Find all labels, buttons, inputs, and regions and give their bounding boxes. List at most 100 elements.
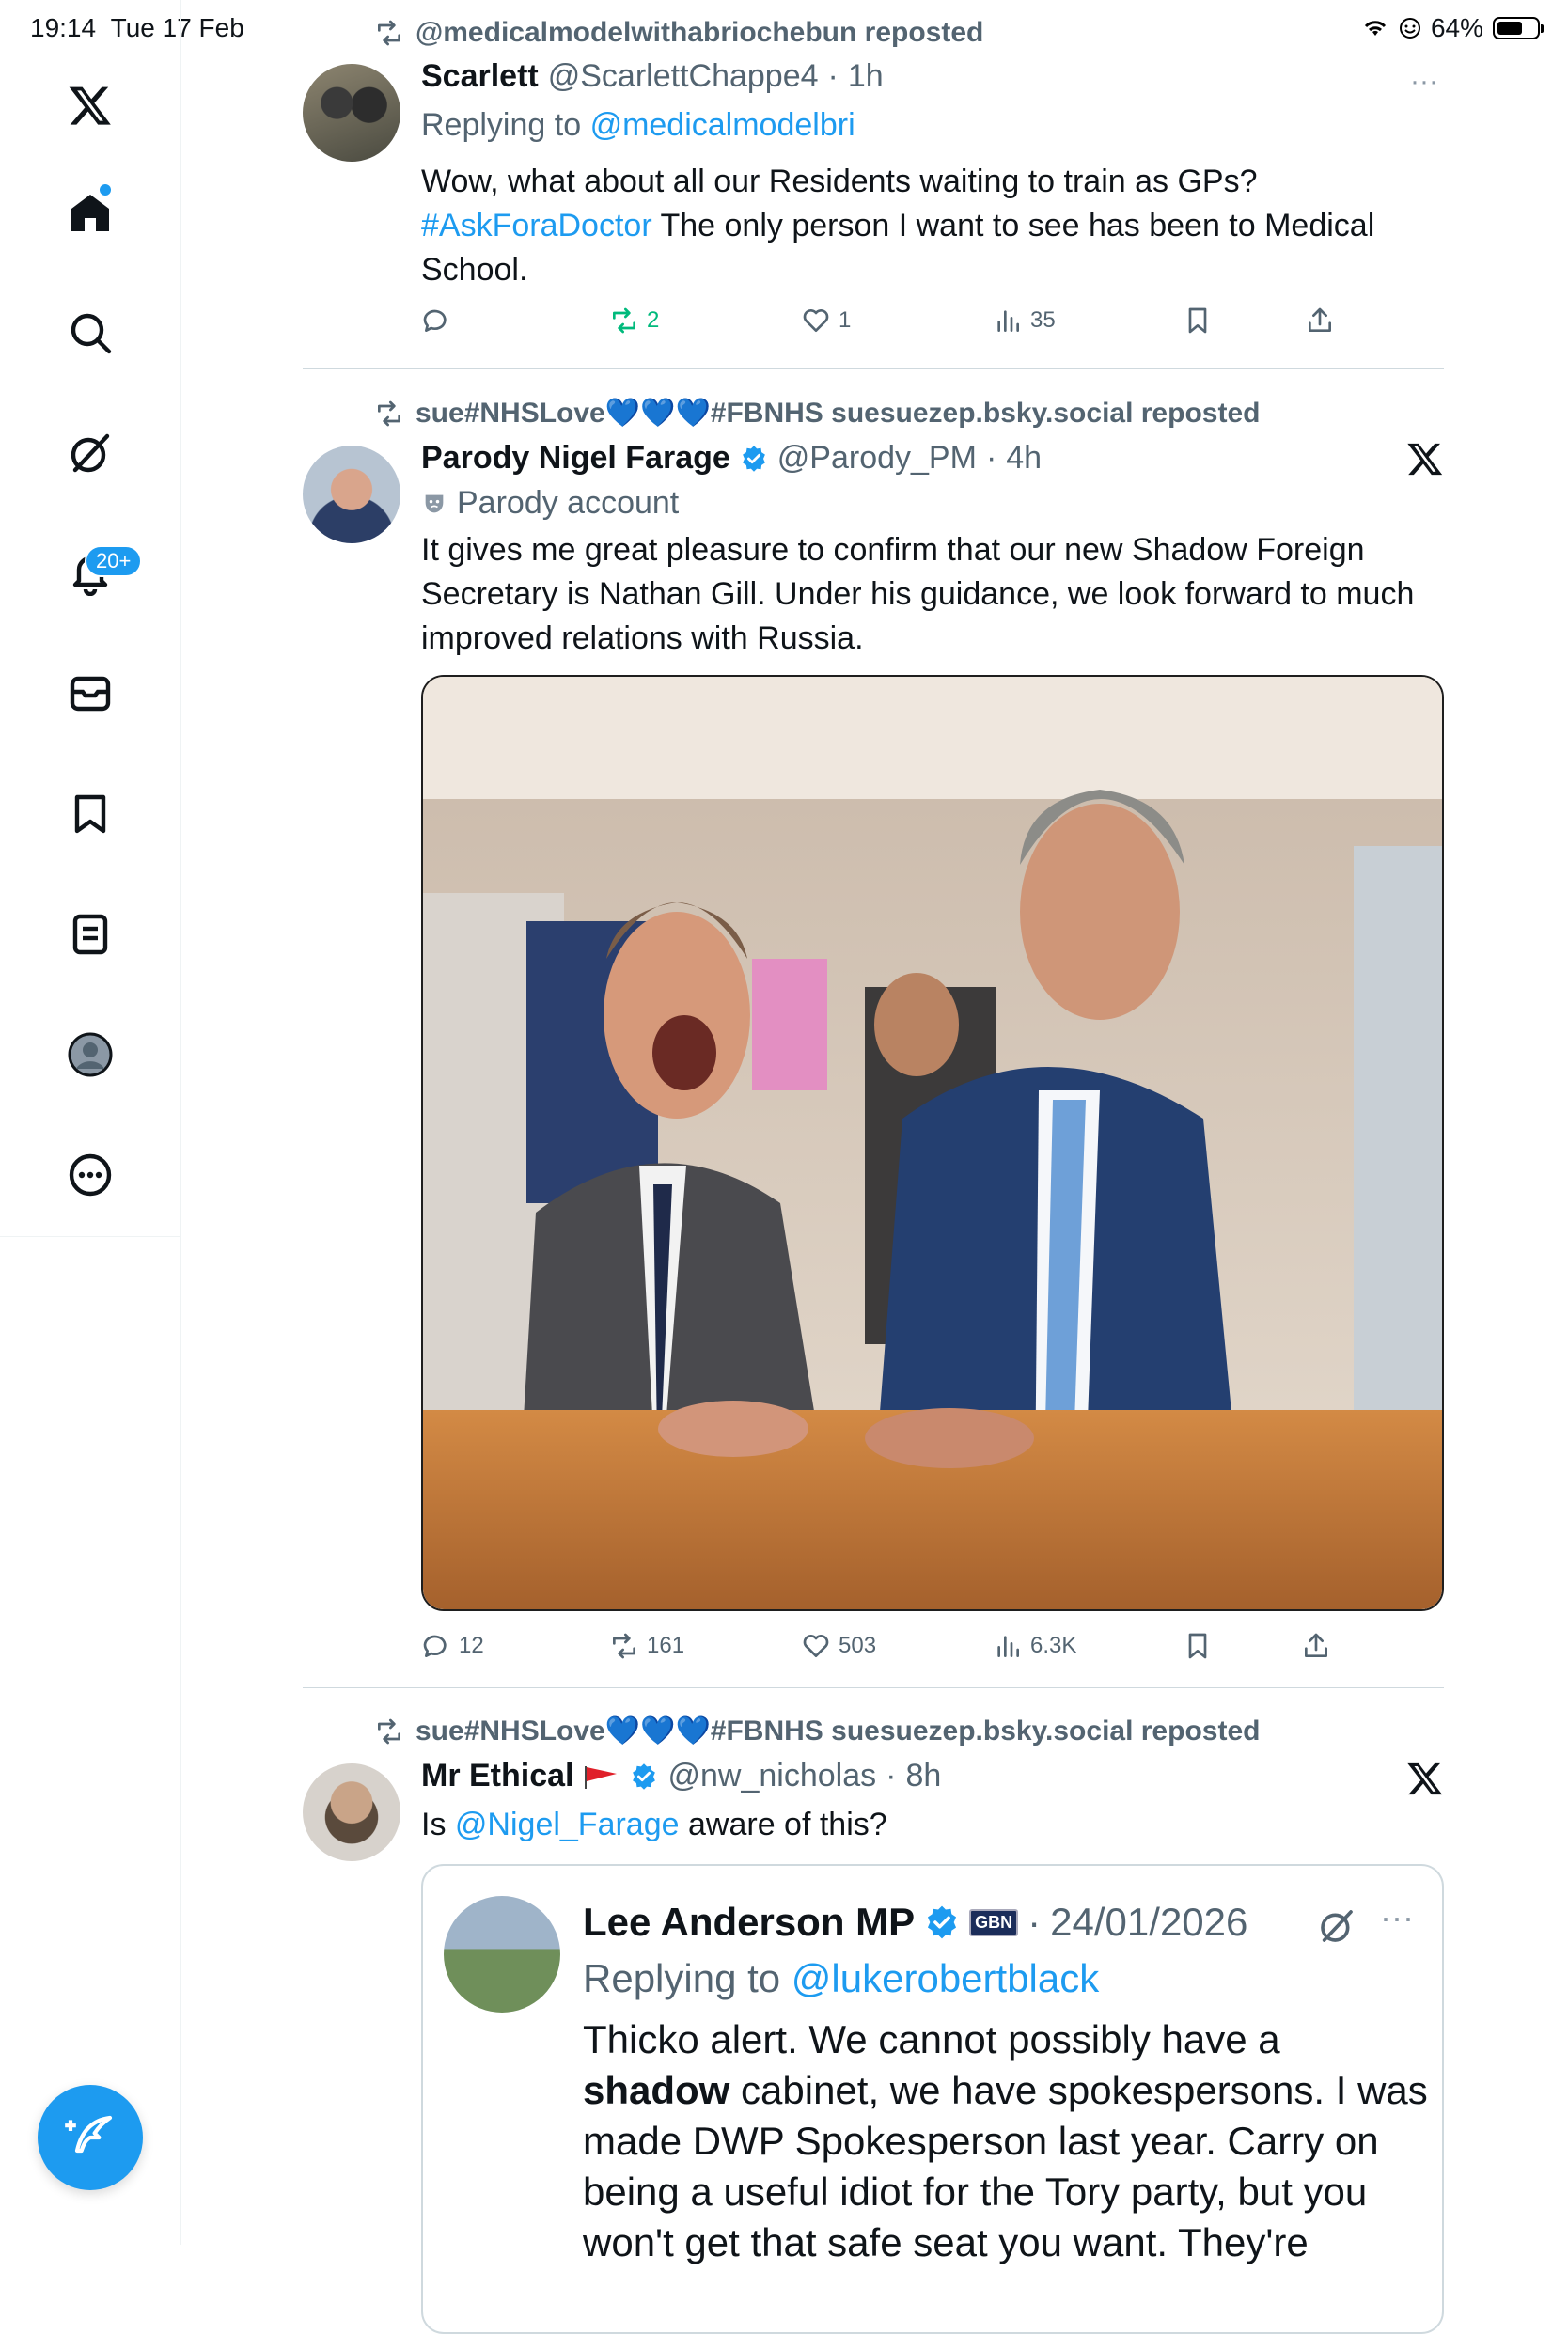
separator-dot: ·	[985, 440, 997, 476]
x-logo-icon[interactable]	[53, 68, 128, 143]
status-bar-right: 64%	[1361, 13, 1544, 43]
repost-context-label: sue#NHSLove💙💙💙#FBNHS suesuezep.bsky.soci…	[416, 398, 1261, 429]
replying-to-link[interactable]: @medicalmodelbri	[590, 107, 855, 143]
author-name[interactable]: Mr Ethical	[421, 1758, 573, 1794]
verified-badge-icon	[633, 1762, 656, 1790]
repost-icon	[613, 1633, 635, 1659]
more-icon[interactable]	[53, 1137, 128, 1213]
reply-icon	[423, 1635, 447, 1657]
replying-label: Replying to	[421, 107, 582, 143]
quoted-author-name: Lee Anderson MP	[583, 1900, 916, 1944]
hashtag-link[interactable]: #AskForaDoctor	[421, 208, 652, 243]
repost-icon	[378, 1718, 400, 1744]
quoted-date: 24/01/2026	[1050, 1900, 1248, 1944]
focus-icon	[1399, 18, 1420, 39]
author-name[interactable]: Scarlett	[421, 58, 539, 95]
quoted-header: Lee Anderson MP GBN · 24/01/2026	[583, 1900, 1247, 1945]
wifi-icon	[1364, 21, 1387, 36]
home-notification-dot	[100, 184, 111, 196]
bookmark-icon	[1188, 307, 1207, 334]
like-count: 503	[839, 1633, 877, 1658]
post-image[interactable]	[421, 675, 1444, 1611]
compose-feather-icon	[65, 2115, 113, 2154]
author-avatar[interactable]	[303, 1763, 400, 1861]
author-handle[interactable]: @ScarlettChappe4	[548, 58, 819, 95]
sidebar-divider	[0, 1236, 180, 1237]
heart-icon	[803, 1635, 829, 1657]
author-handle[interactable]: @nw_nicholas	[667, 1758, 876, 1794]
repost-context-label: sue#NHSLove💙💙💙#FBNHS suesuezep.bsky.soci…	[416, 1715, 1261, 1747]
author-avatar[interactable]	[303, 64, 400, 162]
author-handle[interactable]: @Parody_PM	[777, 440, 977, 477]
author-avatar[interactable]	[303, 446, 400, 543]
home-icon[interactable]	[53, 175, 128, 250]
profile-icon[interactable]	[53, 1017, 128, 1092]
quoted-replying-to: Replying to @lukerobertblack	[583, 1956, 1100, 2000]
post-divider	[303, 1687, 1444, 1688]
lists-icon[interactable]	[53, 897, 128, 972]
views-button[interactable]: 6.3K	[993, 1631, 1076, 1661]
parody-label: Parody account	[421, 485, 679, 522]
grok-icon[interactable]	[53, 415, 128, 491]
reply-button[interactable]	[421, 305, 451, 336]
post-actions: 2 1 35	[421, 305, 1361, 343]
post-text: It gives me great pleasure to confirm th…	[421, 532, 1415, 656]
views-icon	[997, 310, 1019, 332]
repost-count: 2	[647, 307, 660, 333]
share-button[interactable]	[1301, 1631, 1331, 1661]
quoted-text: Thicko alert. We cannot possibly have a …	[583, 2017, 1428, 2264]
post-time[interactable]: 1h	[848, 58, 884, 95]
post-header: Parody Nigel Farage @Parody_PM · 4h	[421, 440, 1042, 477]
share-button[interactable]	[1305, 305, 1335, 336]
grok-icon	[1321, 1910, 1353, 1942]
post-header: Scarlett @ScarlettChappe4 · 1h	[421, 58, 884, 95]
quoted-author-avatar	[444, 1896, 560, 2013]
separator-dot: ·	[886, 1758, 897, 1794]
repost-count: 161	[647, 1633, 685, 1658]
post-text: Wow, what about all our Residents waitin…	[421, 164, 1375, 288]
verified-badge-icon	[742, 445, 765, 472]
parody-mask-icon	[425, 494, 444, 512]
repost-icon	[378, 20, 400, 46]
repost-icon	[378, 400, 400, 426]
repost-context[interactable]: sue#NHSLove💙💙💙#FBNHS suesuezep.bsky.soci…	[374, 397, 1260, 430]
battery-percent: 64%	[1430, 13, 1483, 42]
post-text: Is @Nigel_Farage aware of this?	[421, 1807, 887, 1842]
like-count: 1	[839, 307, 852, 333]
author-name[interactable]: Parody Nigel Farage	[421, 440, 730, 477]
post-time[interactable]: 8h	[905, 1758, 941, 1794]
separator-dot: ·	[1027, 1900, 1042, 1944]
repost-button[interactable]: 2	[609, 305, 659, 336]
heart-icon	[803, 309, 829, 332]
x-crosspost-icon	[1407, 443, 1443, 476]
repost-button[interactable]: 161	[609, 1631, 684, 1661]
more-options-icon: ···	[1380, 1898, 1414, 1936]
messages-icon[interactable]	[53, 656, 128, 731]
separator-dot: ·	[827, 58, 839, 94]
reply-button[interactable]: 12	[421, 1631, 484, 1661]
repost-context[interactable]: sue#NHSLove💙💙💙#FBNHS suesuezep.bsky.soci…	[374, 1715, 1260, 1747]
bookmark-button[interactable]	[1183, 305, 1213, 336]
post-actions: 12 161 503 6.3K	[421, 1631, 1361, 1668]
compose-post-button[interactable]	[38, 2085, 143, 2190]
red-flag-icon	[585, 1765, 618, 1789]
reply-count: 12	[459, 1633, 484, 1658]
repost-context-label: @medicalmodelwithabriochebun reposted	[416, 17, 984, 48]
view-count: 6.3K	[1030, 1633, 1077, 1658]
like-button[interactable]: 503	[801, 1631, 876, 1661]
photo-illustration	[423, 677, 1442, 1609]
mention-link[interactable]: @Nigel_Farage	[455, 1807, 680, 1842]
quoted-screenshot-image[interactable]: Lee Anderson MP GBN · 24/01/2026 ··· Rep…	[421, 1864, 1444, 2334]
replying-to: Replying to @medicalmodelbri	[421, 107, 855, 144]
verified-badge-icon	[928, 1905, 957, 1939]
more-options-icon[interactable]: ···	[1410, 66, 1438, 98]
like-button[interactable]: 1	[801, 305, 851, 336]
bookmark-button[interactable]	[1183, 1631, 1213, 1661]
bookmarks-icon[interactable]	[53, 776, 128, 852]
post-time[interactable]: 4h	[1006, 440, 1042, 477]
search-icon[interactable]	[53, 295, 128, 370]
repost-context[interactable]: @medicalmodelwithabriochebun reposted	[374, 17, 983, 49]
battery-icon	[1493, 17, 1544, 39]
share-icon	[1305, 1633, 1327, 1657]
views-button[interactable]: 35	[993, 305, 1056, 336]
